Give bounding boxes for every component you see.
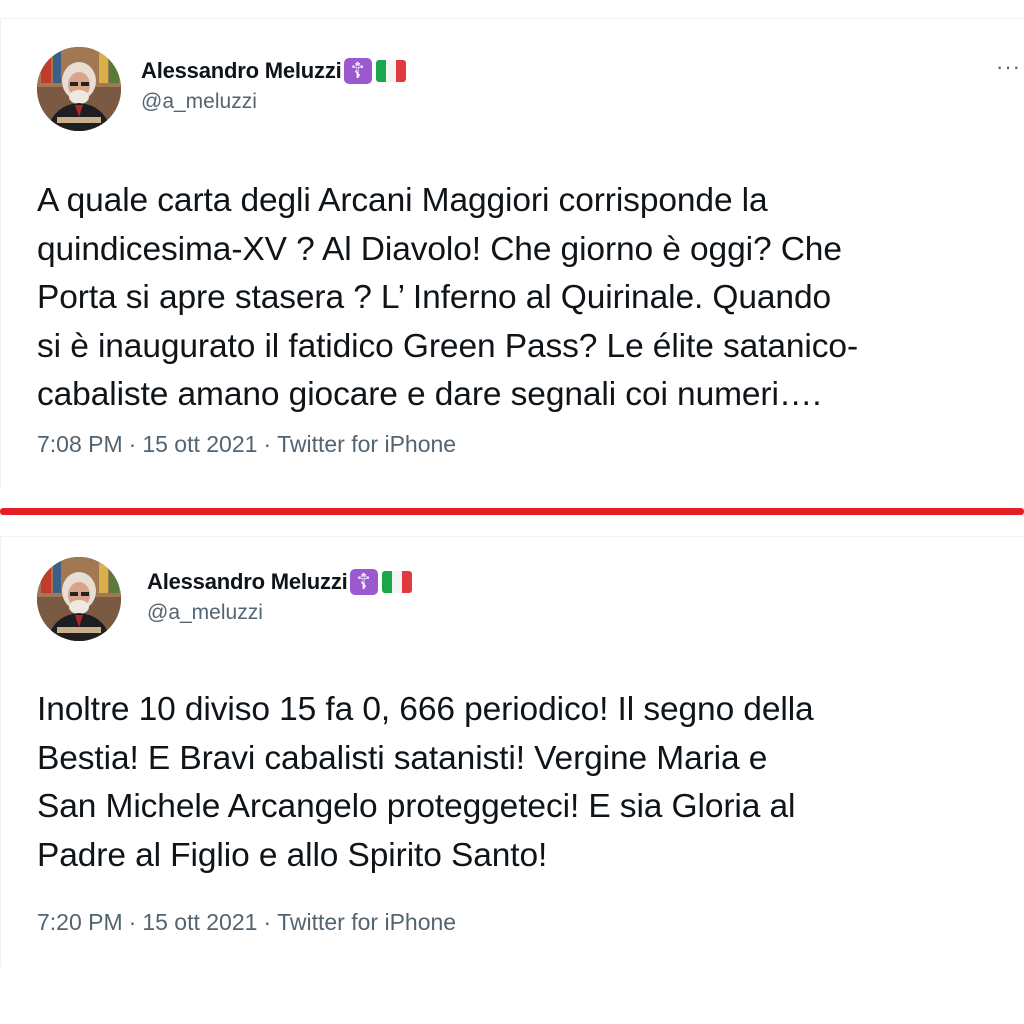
avatar-image (37, 557, 121, 641)
avatar[interactable] (37, 47, 121, 131)
italian-flag-icon (375, 60, 406, 82)
tweet-card-1[interactable]: Alessandro Meluzzi ☦ @a_meluzzi ··· A qu… (0, 18, 1024, 489)
tweet-text: Inoltre 10 diviso 15 fa 0, 666 periodico… (37, 691, 814, 874)
handle[interactable]: @a_meluzzi (147, 601, 412, 625)
tweet-card-2[interactable]: Alessandro Meluzzi ☦ @a_meluzzi Inoltre … (0, 536, 1024, 967)
separator: · (263, 431, 272, 457)
tweet-source[interactable]: Twitter for iPhone (277, 909, 456, 935)
tweet-time[interactable]: 7:20 PM (37, 909, 123, 935)
display-name-row: Alessandro Meluzzi ☦ (141, 56, 406, 86)
display-name[interactable]: Alessandro Meluzzi (141, 58, 342, 84)
separator: · (128, 909, 137, 935)
orthodox-cross-icon: ☦ (349, 569, 378, 595)
more-options-icon[interactable]: ··· (996, 56, 1021, 78)
avatar[interactable] (37, 557, 121, 641)
tweet-source[interactable]: Twitter for iPhone (277, 431, 456, 457)
separator: · (128, 431, 137, 457)
tweet-meta: 7:20 PM · 15 ott 2021 · Twitter for iPhone (37, 909, 456, 936)
display-name[interactable]: Alessandro Meluzzi (147, 569, 348, 595)
tweet-meta: 7:08 PM · 15 ott 2021 · Twitter for iPhone (37, 431, 456, 458)
separator: · (263, 909, 272, 935)
tweet-text: A quale carta degli Arcani Maggiori corr… (37, 182, 859, 413)
user-block: Alessandro Meluzzi ☦ @a_meluzzi (141, 56, 406, 114)
orthodox-cross-icon: ☦ (343, 58, 372, 84)
user-block: Alessandro Meluzzi ☦ @a_meluzzi (147, 567, 412, 625)
tweet-time[interactable]: 7:08 PM (37, 431, 123, 457)
divider-line (0, 508, 1024, 515)
tweet-date[interactable]: 15 ott 2021 (142, 909, 257, 935)
handle[interactable]: @a_meluzzi (141, 90, 406, 114)
tweet-date[interactable]: 15 ott 2021 (142, 431, 257, 457)
italian-flag-icon (381, 571, 412, 593)
display-name-row: Alessandro Meluzzi ☦ (147, 567, 412, 597)
avatar-image (37, 47, 121, 131)
